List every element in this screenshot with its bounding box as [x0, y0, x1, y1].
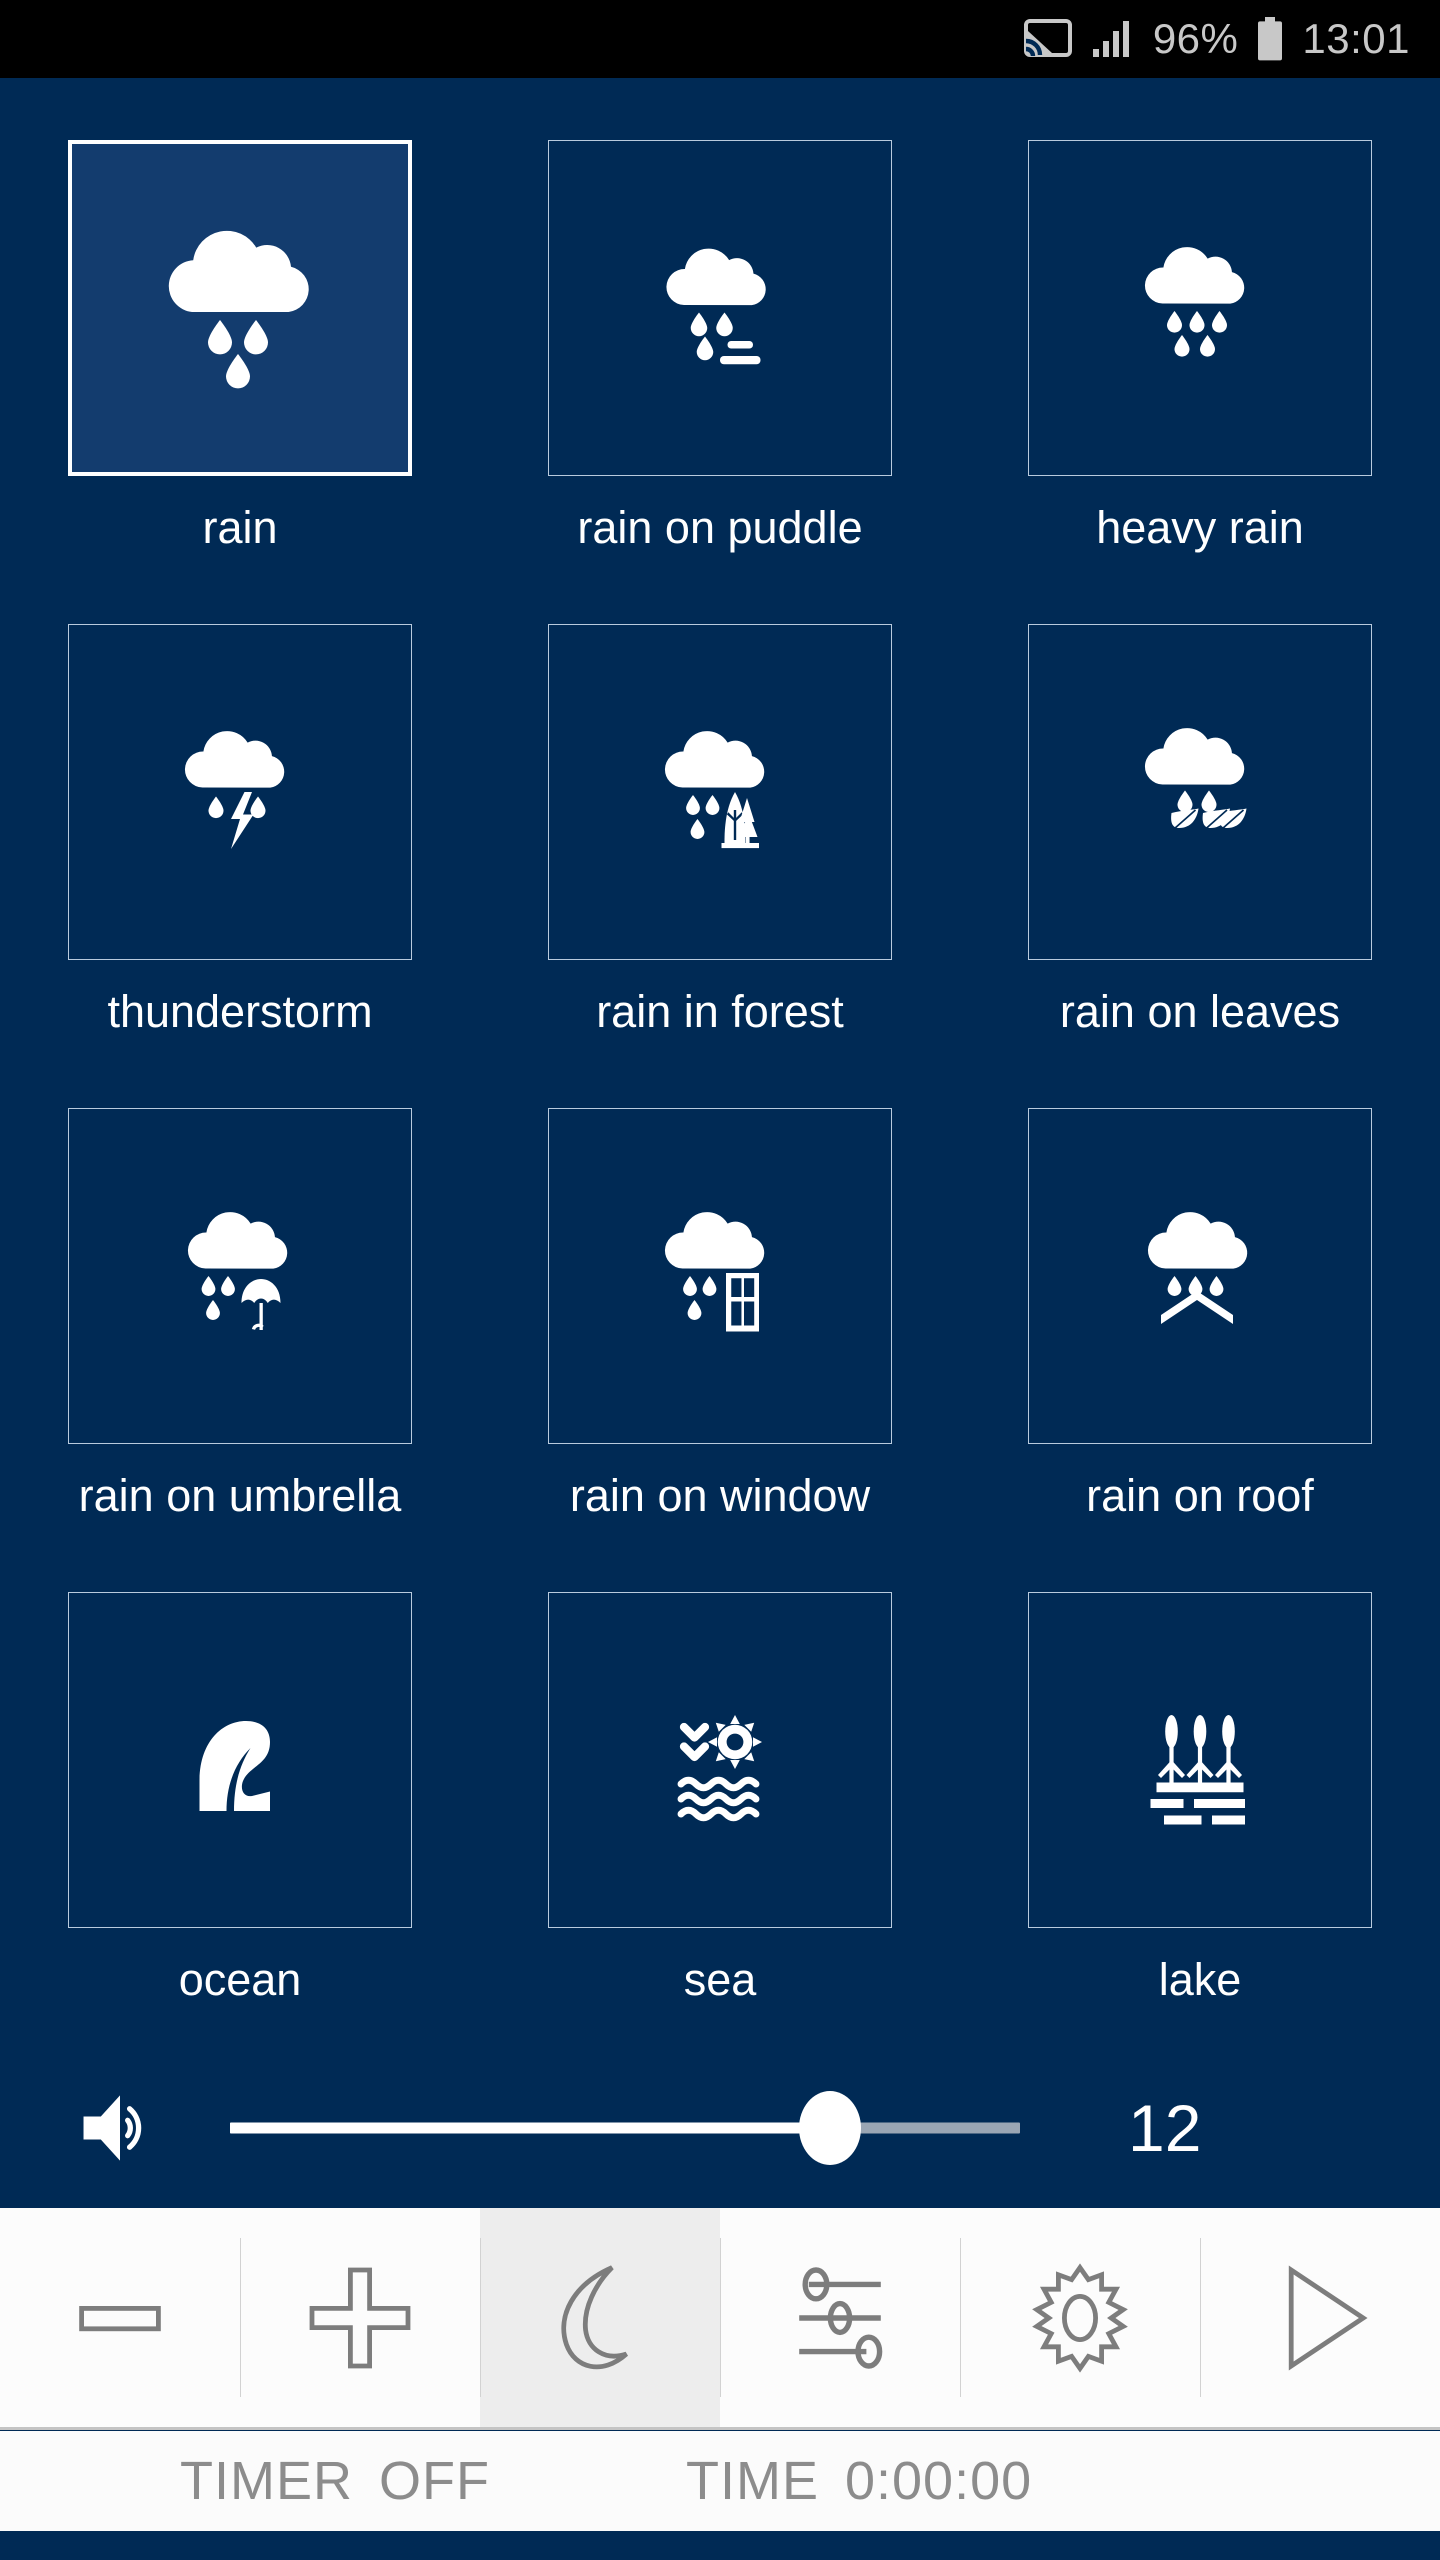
sound-cell-rain-on-window[interactable]: rain on window [480, 1108, 960, 1526]
play-button[interactable] [1200, 2208, 1440, 2427]
cast-icon [1023, 19, 1073, 59]
sound-cell-rain-on-umbrella[interactable]: rain on umbrella [0, 1108, 480, 1526]
sound-cell-sea[interactable]: sea [480, 1592, 960, 2010]
lake-reeds-icon [1150, 1715, 1245, 1825]
mixer-button[interactable] [720, 2208, 960, 2427]
sound-label: sea [683, 1953, 757, 2005]
sound-label: rain in forest [596, 985, 844, 1037]
bottom-toolbar [0, 2208, 1440, 2430]
time-value: 0:00:00 [844, 2451, 1033, 2511]
sound-grid-row: ocean sea lake [0, 1592, 1440, 2010]
system-clock: 13:01 [1302, 18, 1410, 60]
app-root: 96% 13:01 rain rain on puddle heavy rain… [0, 0, 1440, 2560]
minus-icon [79, 2305, 161, 2331]
sound-cell-rain-on-roof[interactable]: rain on roof [960, 1108, 1440, 1526]
volume-slider[interactable] [230, 2091, 1020, 2165]
play-icon [1288, 2265, 1368, 2370]
bottom-status-bar: TIMER OFF TIME 0:00:00 [0, 2431, 1440, 2531]
volume-bar: 12 [0, 2048, 1440, 2208]
system-status-bar: 96% 13:01 [0, 0, 1440, 78]
sound-grid-row: thunderstorm rain in forest rain on leav… [0, 624, 1440, 1042]
plus-button[interactable] [240, 2208, 480, 2427]
battery-percent: 96% [1153, 18, 1239, 60]
volume-slider-fill [230, 2122, 831, 2134]
cloud-rain-roof-icon [1147, 1212, 1248, 1324]
gear-icon [1032, 2262, 1128, 2373]
sound-cell-heavy-rain[interactable]: heavy rain [960, 140, 1440, 558]
sound-tile-rain-on-leaves[interactable] [1028, 624, 1372, 960]
night-mode-button[interactable] [480, 2208, 720, 2427]
cloud-heavy-rain-icon [1144, 247, 1245, 357]
sound-tile-lake[interactable] [1028, 1592, 1372, 1928]
grid-row-gap [0, 558, 1440, 624]
sound-tile-ocean[interactable] [68, 1592, 412, 1928]
sound-label: thunderstorm [107, 985, 373, 1037]
sound-grid-inner: rain rain on puddle heavy rain thunderst… [0, 78, 1440, 2078]
grid-row-gap [0, 1042, 1440, 1108]
sound-label: rain [202, 501, 278, 553]
sound-label: lake [1158, 1953, 1242, 2005]
sound-cell-rain-on-puddle[interactable]: rain on puddle [480, 140, 960, 558]
sound-tile-rain-on-window[interactable] [548, 1108, 892, 1444]
sound-tile-heavy-rain[interactable] [1028, 140, 1372, 476]
cloud-rain-umbrella-icon [187, 1212, 288, 1331]
sound-label: heavy rain [1096, 501, 1304, 553]
sea-sun-waves-icon [677, 1715, 762, 1822]
sound-label: rain on window [569, 1469, 871, 1521]
volume-slider-thumb[interactable] [799, 2091, 862, 2165]
system-clock-text: 13:01 [1302, 15, 1410, 62]
time-status[interactable]: TIME 0:00:00 [686, 2454, 1032, 2508]
cloud-lightning-icon [184, 731, 285, 849]
sound-label: rain on umbrella [78, 1469, 402, 1521]
plus-icon [309, 2267, 411, 2368]
settings-button[interactable] [960, 2208, 1200, 2427]
grid-row-gap [0, 1526, 1440, 1592]
sound-grid[interactable]: rain rain on puddle heavy rain thunderst… [0, 78, 1440, 2078]
timer-value: OFF [379, 2451, 490, 2511]
signal-bars-icon [1091, 19, 1135, 59]
cloud-rain-puddle-icon [666, 248, 766, 365]
time-label: TIME [685, 2451, 819, 2511]
battery-icon [1256, 17, 1284, 61]
cloud-rain-tree-icon [664, 731, 765, 849]
sound-tile-rain[interactable] [68, 140, 412, 476]
timer-status[interactable]: TIMER OFF [180, 2454, 490, 2508]
nav-fill [0, 2531, 1440, 2560]
sound-grid-row: rain on umbrella rain on window rain on … [0, 1108, 1440, 1526]
sound-cell-lake[interactable]: lake [960, 1592, 1440, 2010]
sound-grid-row: rain rain on puddle heavy rain [0, 140, 1440, 558]
mixer-icon [799, 2266, 883, 2369]
cloud-rain-icon [168, 230, 309, 389]
sound-cell-rain-in-forest[interactable]: rain in forest [480, 624, 960, 1042]
volume-value: 12 [1128, 2091, 1202, 2165]
sound-tile-thunderstorm[interactable] [68, 624, 412, 960]
sound-label: rain on leaves [1059, 985, 1341, 1037]
timer-label: TIMER [180, 2451, 353, 2511]
sound-label: ocean [178, 1953, 302, 2005]
sound-cell-rain-on-leaves[interactable]: rain on leaves [960, 624, 1440, 1042]
battery-percent-text: 96% [1152, 15, 1239, 62]
sound-tile-rain-on-umbrella[interactable] [68, 1108, 412, 1444]
cloud-rain-window-icon [664, 1212, 765, 1332]
sound-cell-ocean[interactable]: ocean [0, 1592, 480, 2010]
sound-label: rain on roof [1086, 1469, 1314, 1521]
sound-tile-sea[interactable] [548, 1592, 892, 1928]
sound-tile-rain-in-forest[interactable] [548, 624, 892, 960]
sound-cell-thunderstorm[interactable]: thunderstorm [0, 624, 480, 1042]
speaker-volume-icon[interactable] [72, 2080, 168, 2176]
cloud-rain-leaves-icon [1144, 728, 1247, 834]
minus-button[interactable] [0, 2208, 240, 2427]
sound-label: rain on puddle [577, 501, 863, 553]
sound-tile-rain-on-puddle[interactable] [548, 140, 892, 476]
sound-tile-rain-on-roof[interactable] [1028, 1108, 1372, 1444]
sound-cell-rain[interactable]: rain [0, 140, 480, 558]
ocean-wave-icon [199, 1721, 270, 1811]
moon-icon [561, 2264, 629, 2369]
